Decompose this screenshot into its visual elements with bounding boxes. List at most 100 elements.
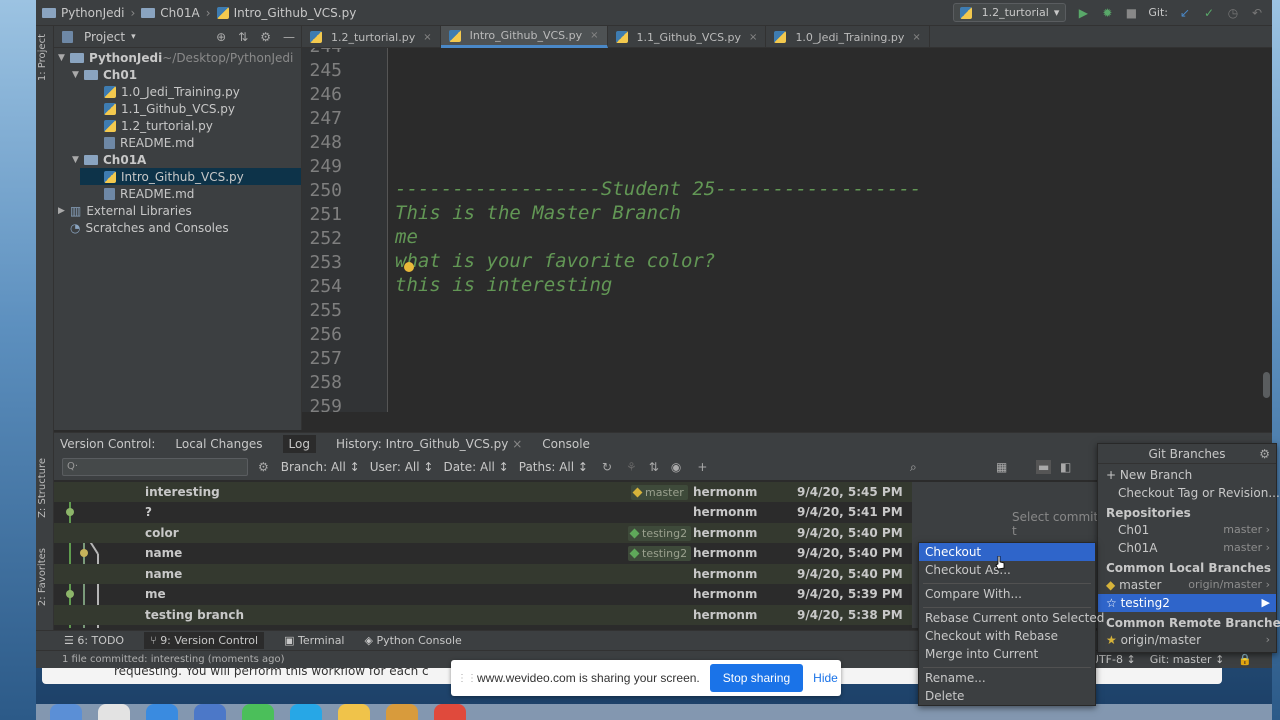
dock-app-icon[interactable] — [434, 704, 466, 720]
tab-console[interactable]: Console — [542, 437, 590, 451]
tree-item-file[interactable]: 1.2_turtorial.py — [104, 117, 213, 134]
tree-item-file[interactable]: README.md — [104, 185, 194, 202]
dock-app-icon[interactable] — [290, 704, 322, 720]
tree-item-ch01a[interactable]: ▼ Ch01A — [72, 151, 146, 168]
editor-tab-active[interactable]: Intro_Github_VCS.py × — [440, 26, 608, 48]
user-filter[interactable]: User: All ↕ — [370, 460, 434, 474]
revert-icon[interactable]: ↶ — [1250, 6, 1264, 20]
refresh-icon[interactable]: ↻ — [602, 460, 612, 474]
tree-item-file[interactable]: 1.0_Jedi_Training.py — [104, 83, 240, 100]
editor-scrollbar[interactable] — [1263, 372, 1270, 398]
gear-icon[interactable]: ⚙ — [1259, 447, 1270, 461]
repo-item[interactable]: Ch01A master › — [1098, 539, 1276, 557]
hide-icon[interactable]: — — [283, 30, 295, 44]
debug-icon[interactable]: ✹ — [1100, 6, 1114, 20]
history-icon[interactable]: ◷ — [1226, 6, 1240, 20]
close-icon[interactable]: × — [749, 32, 757, 43]
gear-icon[interactable]: ⚙ — [258, 460, 269, 474]
checkout-as-menu-item[interactable]: Checkout As... — [919, 561, 1095, 579]
project-tool-tab[interactable]: 1: Project — [37, 34, 48, 81]
drag-handle-icon[interactable]: ⋮⋮ — [457, 673, 477, 684]
collapse-all-icon[interactable]: ⇅ — [238, 30, 248, 44]
delete-menu-item[interactable]: Delete — [919, 687, 1095, 705]
commit-row[interactable]: me hermonm 9/4/20, 5:39 PM — [54, 584, 912, 604]
tree-item-file-selected[interactable]: Intro_Github_VCS.py — [80, 168, 301, 185]
editor-tab[interactable]: 1.1_Github_VCS.py × — [608, 26, 767, 48]
eye-icon[interactable]: ◉ — [671, 460, 681, 474]
favorites-tool-tab[interactable]: 2: Favorites — [37, 548, 48, 606]
close-icon[interactable]: × — [590, 30, 598, 41]
commit-row[interactable]: name testing2 hermonm 9/4/20, 5:40 PM — [54, 543, 912, 563]
tree-item-pythonjedi[interactable]: ▼ PythonJedi ~/Desktop/PythonJedi — [58, 49, 293, 66]
stop-icon[interactable]: ■ — [1124, 6, 1138, 20]
crumb-folder[interactable]: Ch01A — [160, 6, 199, 20]
project-view-select[interactable]: Project — [84, 30, 125, 44]
remote-branch-item[interactable]: ★ origin/master › — [1098, 631, 1276, 649]
tab-history[interactable]: History: Intro_Github_VCS.py × — [336, 437, 522, 451]
commit-row[interactable]: color testing2 hermonm 9/4/20, 5:40 PM — [54, 523, 912, 543]
tab-log[interactable]: Log — [282, 434, 316, 453]
run-configuration-select[interactable]: 1.2_turtorial ▾ — [952, 3, 1067, 22]
crumb-project[interactable]: PythonJedi — [61, 6, 124, 20]
cherry-pick-icon[interactable]: ⚘ — [626, 460, 637, 474]
code-editor[interactable]: 244 245 246 247 248 249 250 251 252 253 … — [302, 48, 1272, 412]
dock-app-icon[interactable] — [242, 704, 274, 720]
tab-local-changes[interactable]: Local Changes — [175, 437, 262, 451]
local-branch-item-selected[interactable]: ☆ testing2 ▶ — [1098, 594, 1276, 612]
compare-with-menu-item[interactable]: Compare With... — [919, 585, 1095, 603]
hide-button[interactable]: Hide — [813, 671, 838, 685]
crumb-file[interactable]: Intro_Github_VCS.py — [234, 6, 357, 20]
dock-app-icon[interactable] — [50, 704, 82, 720]
editor-tab[interactable]: 1.0_Jedi_Training.py × — [766, 26, 930, 48]
structure-tool-tab[interactable]: Z: Structure — [37, 458, 48, 518]
dock-app-icon[interactable] — [194, 704, 226, 720]
dock-app-icon[interactable] — [146, 704, 178, 720]
log-search-input[interactable]: Q· — [62, 458, 248, 476]
tree-item-external-libraries[interactable]: ▶ ▥ External Libraries — [58, 202, 192, 219]
date-filter[interactable]: Date: All ↕ — [443, 460, 508, 474]
editor-tab[interactable]: 1.2_turtorial.py × — [302, 26, 441, 48]
add-icon[interactable]: + — [697, 460, 707, 474]
tab-todo[interactable]: ☰ 6: TODO — [64, 634, 124, 647]
stop-sharing-button[interactable]: Stop sharing — [709, 664, 804, 692]
search-icon[interactable]: ⌕ — [910, 460, 917, 475]
dock-app-icon[interactable] — [338, 704, 370, 720]
sort-icon[interactable]: ⇅ — [649, 460, 659, 474]
preview-icon[interactable]: ▬ — [1036, 460, 1052, 474]
tree-item-ch01[interactable]: ▼ Ch01 — [72, 66, 137, 83]
lightbulb-icon[interactable] — [404, 262, 414, 272]
commit-icon[interactable]: ✓ — [1202, 6, 1216, 20]
dock-app-icon[interactable] — [98, 704, 130, 720]
close-icon[interactable]: × — [912, 32, 920, 43]
close-icon[interactable]: × — [423, 32, 431, 43]
update-project-icon[interactable]: ↙ — [1178, 6, 1192, 20]
local-branch-item[interactable]: ◆ master origin/master › — [1098, 576, 1276, 594]
commit-row[interactable]: interesting master hermonm 9/4/20, 5:45 … — [54, 482, 912, 502]
checkout-tag-item[interactable]: Checkout Tag or Revision... — [1098, 484, 1280, 502]
paths-filter[interactable]: Paths: All ↕ — [519, 460, 588, 474]
checkout-menu-item[interactable]: Checkout — [919, 543, 1095, 561]
tree-item-file[interactable]: 1.1_Github_VCS.py — [104, 100, 235, 117]
tree-item-scratches[interactable]: ◔ Scratches and Consoles — [70, 219, 229, 236]
commit-row[interactable]: testing branch hermonm 9/4/20, 5:38 PM — [54, 605, 912, 625]
lock-icon[interactable]: 🔒 — [1238, 653, 1252, 666]
close-icon[interactable]: × — [512, 437, 522, 451]
gear-icon[interactable]: ⚙ — [260, 30, 271, 44]
rebase-menu-item[interactable]: Rebase Current onto Selected — [919, 609, 1104, 627]
rename-menu-item[interactable]: Rename... — [919, 669, 1095, 687]
tab-terminal[interactable]: ▣ Terminal — [284, 634, 344, 647]
tab-version-control[interactable]: ⑂ 9: Version Control — [144, 632, 265, 649]
commit-row[interactable]: name hermonm 9/4/20, 5:40 PM — [54, 564, 912, 584]
git-branch-select[interactable]: Git: master ↕ — [1150, 653, 1225, 666]
encoding-select[interactable]: UTF-8 ↕ — [1091, 653, 1136, 666]
merge-menu-item[interactable]: Merge into Current — [919, 645, 1095, 663]
dock-app-icon[interactable] — [386, 704, 418, 720]
locate-icon[interactable]: ⊕ — [216, 30, 226, 44]
checkout-with-rebase-menu-item[interactable]: Checkout with Rebase — [919, 627, 1095, 645]
branch-filter[interactable]: Branch: All ↕ — [281, 460, 360, 474]
tab-python-console[interactable]: ◈ Python Console — [365, 634, 462, 647]
commit-row[interactable]: ? hermonm 9/4/20, 5:41 PM — [54, 502, 912, 522]
repo-item[interactable]: Ch01 master › — [1098, 521, 1276, 539]
layout-icon[interactable]: ▦ — [996, 460, 1007, 474]
new-branch-item[interactable]: + New Branch — [1098, 466, 1276, 484]
